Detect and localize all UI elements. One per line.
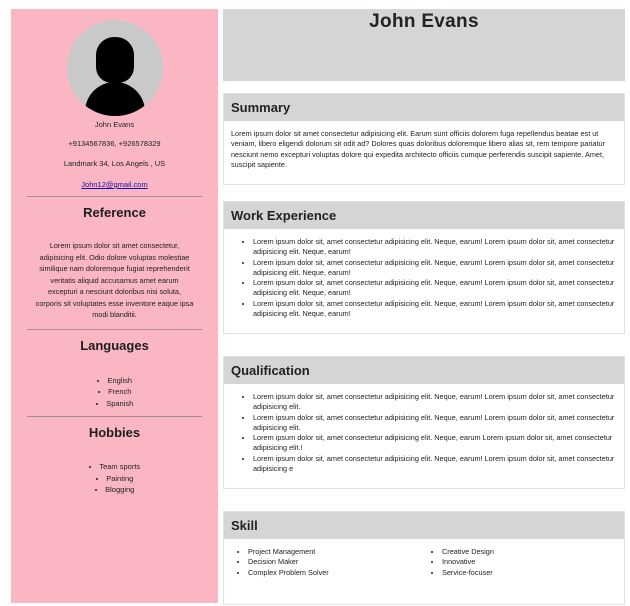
reference-title: Reference [83,205,146,220]
list-item: Innovative [442,557,612,567]
work-title: Work Experience [224,202,624,229]
qualification-section: Qualification Lorem ipsum dolor sit, ame… [223,356,625,490]
reference-text: Lorem ipsum dolor sit amet consectetur, … [35,241,194,319]
sidebar-phone: +9134567836, +926578329 [68,139,161,148]
hobbies-list: Team sports Painting Blogging [11,461,218,496]
languages-list: English French Spanish [11,375,218,410]
summary-section: Summary Lorem ipsum dolor sit amet conse… [223,93,625,186]
list-item: Team sports [11,461,218,473]
work-list: Lorem ipsum dolor sit, amet consectetur … [231,237,617,319]
sidebar: John Evans +9134567836, +926578329 Landm… [11,9,218,603]
list-item: French [11,386,218,398]
list-item: Complex Problem Solver [248,568,418,578]
main-content: John Evans Summary Lorem ipsum dolor sit… [223,9,625,605]
work-section: Work Experience Lorem ipsum dolor sit, a… [223,201,625,335]
email-link[interactable]: John12@gmail.com [11,180,218,189]
list-item: Lorem ipsum dolor sit, amet consectetur … [253,413,617,434]
list-item: Blogging [11,484,218,496]
list-item: Spanish [11,398,218,410]
list-item: Lorem ipsum dolor sit, amet consectetur … [253,392,617,413]
divider [27,416,202,417]
list-item: Decision Maker [248,557,418,567]
list-item: Lorem ipsum dolor sit, amet consectetur … [253,237,617,258]
hobbies-title: Hobbies [88,425,141,440]
avatar [66,20,163,116]
qualification-title: Qualification [224,357,624,384]
summary-text: Lorem ipsum dolor sit amet consectetur a… [231,129,605,169]
divider [27,328,202,330]
qualification-list: Lorem ipsum dolor sit, amet consectetur … [231,392,617,474]
sidebar-address: Landmark 34, Los Angels , US [63,159,166,168]
list-item: Lorem ipsum dolor sit, amet consectetur … [253,433,617,454]
list-item: English [11,375,218,387]
name-header: John Evans [223,9,625,81]
avatar-shoulders-icon [84,82,145,116]
list-item: Creative Design [442,547,612,557]
list-item: Painting [11,473,218,485]
page-title: John Evans [369,11,479,32]
skill-list-right: Creative Design Innovative Service-focus… [418,547,612,578]
skill-title: Skill [224,512,624,539]
sidebar-name: John Evans [94,120,135,129]
summary-title: Summary [224,94,624,121]
list-item: Project Management [248,547,418,557]
list-item: Lorem ipsum dolor sit, amet consectetur … [253,299,617,320]
list-item: Service-focuser [442,568,612,578]
skill-list-left: Project Management Decision Maker Comple… [224,547,418,578]
list-item: Lorem ipsum dolor sit, amet consectetur … [253,454,617,475]
divider [27,196,202,197]
skill-section: Skill Project Management Decision Maker … [223,511,625,605]
avatar-head-icon [95,37,134,83]
list-item: Lorem ipsum dolor sit, amet consectetur … [253,278,617,299]
list-item: Lorem ipsum dolor sit, amet consectetur … [253,258,617,279]
languages-title: Languages [80,337,149,353]
